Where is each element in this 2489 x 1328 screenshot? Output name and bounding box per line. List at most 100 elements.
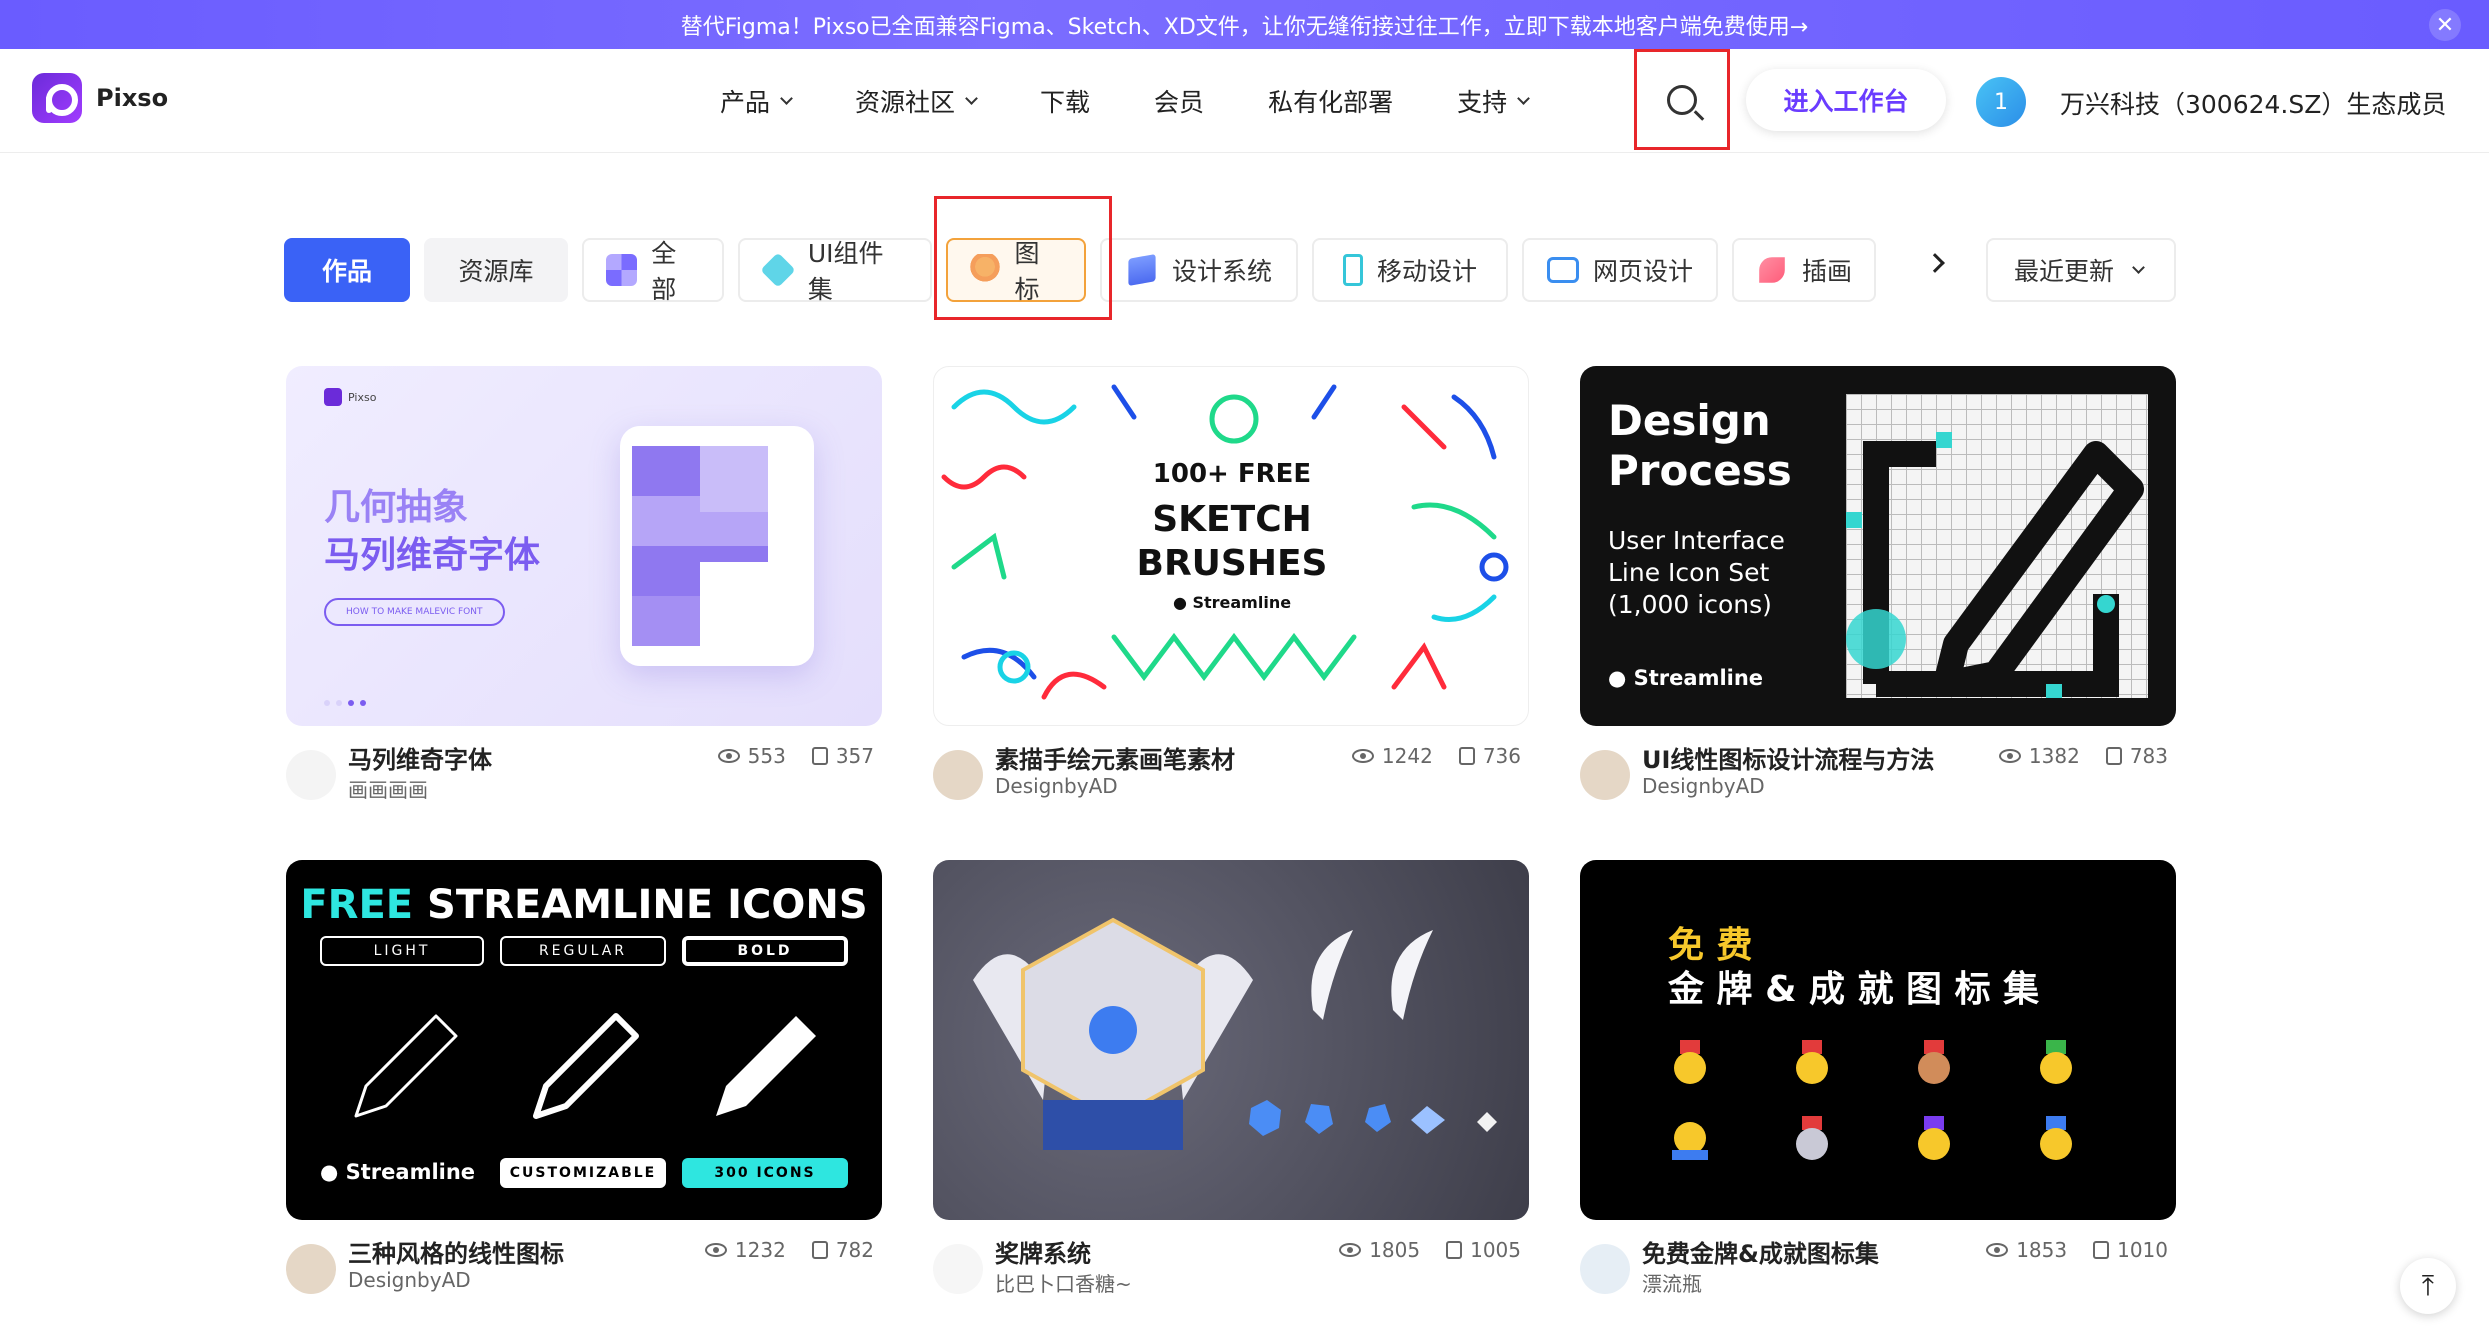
nav-item-product[interactable]: 产品 xyxy=(720,83,793,119)
avatar[interactable] xyxy=(286,1244,336,1294)
chevron-down-icon xyxy=(2132,260,2145,274)
view-count-value: 1853 xyxy=(2016,1238,2068,1262)
logo[interactable]: Pixso xyxy=(32,73,168,123)
work-card[interactable]: Design Process User Interface Line Icon … xyxy=(1580,366,2176,806)
thumb-free: FREE xyxy=(300,882,414,928)
promo-banner-text[interactable]: 替代Figma！Pixso已全面兼容Figma、Sketch、XD文件，让你无缝… xyxy=(681,9,1809,41)
nav-item-support[interactable]: 支持 xyxy=(1457,83,1530,119)
card-title[interactable]: 奖牌系统 xyxy=(995,1234,1091,1269)
card-title[interactable]: 素描手绘元素画笔素材 xyxy=(995,740,1235,775)
thumb-line: SKETCH xyxy=(1152,499,1312,540)
promo-banner[interactable]: 替代Figma！Pixso已全面兼容Figma、Sketch、XD文件，让你无缝… xyxy=(0,0,2489,49)
category-design-system[interactable]: 设计系统 xyxy=(1100,238,1298,302)
category-mobile[interactable]: 移动设计 xyxy=(1312,238,1508,302)
nav-item-membership[interactable]: 会员 xyxy=(1154,83,1204,119)
category-ui-kit[interactable]: UI组件集 xyxy=(738,238,932,304)
search-icon xyxy=(1667,84,1697,115)
card-meta: 三种风格的线性图标 DesignbyAD 1232 782 xyxy=(286,1220,882,1300)
chevron-down-icon xyxy=(780,91,793,105)
thumb-headline: 马列维奇字体 xyxy=(324,535,541,576)
card-thumbnail[interactable]: Design Process User Interface Line Icon … xyxy=(1580,366,2176,726)
tab-works[interactable]: 作品 xyxy=(284,238,410,302)
category-illustration[interactable]: 插画 xyxy=(1732,238,1876,302)
avatar[interactable] xyxy=(933,1244,983,1294)
view-count: 1382 xyxy=(1998,744,2080,768)
card-title[interactable]: 免费金牌&成就图标集 xyxy=(1642,1234,1879,1269)
card-thumbnail[interactable] xyxy=(933,860,1529,1220)
browser-icon xyxy=(1546,257,1579,283)
card-author[interactable]: DesignbyAD xyxy=(348,1268,471,1292)
close-icon[interactable]: ✕ xyxy=(2429,9,2461,41)
category-web[interactable]: 网页设计 xyxy=(1522,238,1718,302)
view-count: 1805 xyxy=(1339,1238,1420,1262)
category-all[interactable]: 全部 xyxy=(582,238,724,304)
view-count: 1242 xyxy=(1351,744,1433,768)
thumb-brand: ● Streamline xyxy=(1172,593,1292,612)
card-stats: 1242 736 xyxy=(1351,744,1521,772)
avatar[interactable] xyxy=(1580,750,1630,800)
arrow-up-icon: ⤒ xyxy=(2421,1269,2435,1302)
nav-item-community[interactable]: 资源社区 xyxy=(855,83,978,119)
company-text: 万兴科技（300624.SZ）生态成员 xyxy=(2060,90,2447,119)
copy-count-value: 782 xyxy=(835,1238,874,1262)
copy-count-value: 1010 xyxy=(2117,1238,2168,1262)
avatar[interactable] xyxy=(933,750,983,800)
card-title[interactable]: 马列维奇字体 xyxy=(348,740,492,775)
work-card[interactable]: FREE STREAMLINE ICONS LIGHT REGULAR BOLD… xyxy=(286,860,882,1300)
card-author[interactable]: 漂流瓶 xyxy=(1642,1268,1702,1297)
nav-item-private-deploy[interactable]: 私有化部署 xyxy=(1268,83,1393,119)
copy-icon xyxy=(2101,747,2122,772)
chevron-down-icon xyxy=(965,91,978,105)
card-author[interactable]: DesignbyAD xyxy=(995,774,1118,798)
card-title[interactable]: UI线性图标设计流程与方法 xyxy=(1642,740,1934,775)
avatar[interactable] xyxy=(1580,1244,1630,1294)
sort-select[interactable]: 最近更新 xyxy=(1986,238,2176,302)
card-thumbnail[interactable]: Pixso 几何抽象 马列维奇字体 HOW TO MAKE MALEVIC FO… xyxy=(286,366,882,726)
nav-label: 私有化部署 xyxy=(1268,88,1394,117)
eye-icon xyxy=(704,1243,727,1257)
view-count-value: 1805 xyxy=(1369,1238,1421,1262)
logo-text: Pixso xyxy=(96,84,169,112)
work-card[interactable]: 100+ FREE SKETCH BRUSHES ● Streamline 素描… xyxy=(933,366,1529,806)
work-card[interactable]: 免 费 金 牌 & 成 就 图 标 集 免费金牌&成就图标集 漂流瓶 1853 … xyxy=(1580,860,2176,1300)
view-count: 1232 xyxy=(704,1238,786,1262)
eye-icon xyxy=(1986,1243,2009,1257)
thumb-brand-text: Streamline xyxy=(345,1160,476,1184)
card-author[interactable]: 比巴卜口香糖~ xyxy=(995,1268,1132,1297)
eye-icon xyxy=(1351,749,1374,763)
view-count-value: 1232 xyxy=(734,1238,786,1262)
card-thumbnail[interactable]: 免 费 金 牌 & 成 就 图 标 集 xyxy=(1580,860,2176,1220)
pencil-grid-graphic xyxy=(1846,394,2148,698)
enter-workspace-button[interactable]: 进入工作台 xyxy=(1746,69,1946,131)
thumb-line: Design xyxy=(1608,396,1771,445)
search-button[interactable] xyxy=(1634,49,1730,150)
chevron-down-icon xyxy=(1517,91,1530,105)
thumb-headline: FREE STREAMLINE ICONS xyxy=(286,882,882,928)
nav-label: 下载 xyxy=(1040,88,1091,117)
avatar[interactable]: 1 xyxy=(1976,77,2026,127)
card-title[interactable]: 三种风格的线性图标 xyxy=(348,1234,564,1269)
back-to-top-button[interactable]: ⤒ xyxy=(2400,1258,2456,1314)
work-card[interactable]: 奖牌系统 比巴卜口香糖~ 1805 1005 xyxy=(933,860,1529,1300)
avatar[interactable] xyxy=(286,750,336,800)
pixso-logo-icon xyxy=(32,73,82,123)
work-card[interactable]: Pixso 几何抽象 马列维奇字体 HOW TO MAKE MALEVIC FO… xyxy=(286,366,882,806)
view-count-value: 1382 xyxy=(2028,744,2080,768)
nav-label: 会员 xyxy=(1154,88,1205,117)
thumb-brand: ● Streamline xyxy=(1608,666,1764,690)
card-author[interactable]: DesignbyAD xyxy=(1642,774,1765,798)
thumb-sub: User Interface xyxy=(1608,526,1785,555)
main-nav: 产品 资源社区 下载 会员 私有化部署 支持 xyxy=(720,49,1592,153)
card-author[interactable]: 画画画画 xyxy=(348,774,428,803)
nav-item-download[interactable]: 下载 xyxy=(1040,83,1090,119)
thumb-line: 100+ FREE xyxy=(1152,459,1312,489)
diamond-icon xyxy=(760,252,796,288)
card-stats: 1805 1005 xyxy=(1339,1238,1521,1266)
tab-library[interactable]: 资源库 xyxy=(424,238,568,302)
card-thumbnail[interactable]: 100+ FREE SKETCH BRUSHES ● Streamline xyxy=(933,366,1529,726)
card-thumbnail[interactable]: FREE STREAMLINE ICONS LIGHT REGULAR BOLD… xyxy=(286,860,882,1220)
layers-icon xyxy=(1128,254,1156,286)
chevron-right-icon[interactable] xyxy=(1925,253,1945,273)
grid-icon xyxy=(606,254,638,286)
style-tag: BOLD xyxy=(682,936,848,966)
